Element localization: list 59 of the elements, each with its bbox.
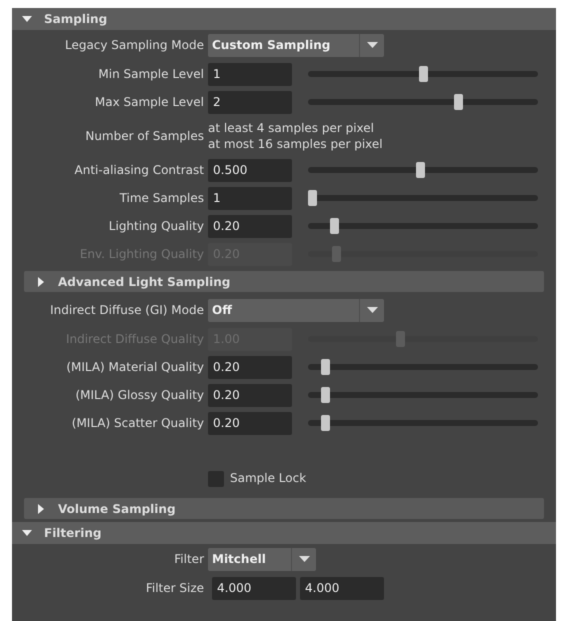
caret-icon[interactable]: [366, 42, 378, 48]
field-label: Max Sample Level: [94, 94, 205, 111]
dropdown[interactable]: Custom Sampling: [208, 34, 384, 56]
slider[interactable]: [308, 359, 538, 375]
section-header[interactable]: Sampling: [12, 8, 556, 30]
slider[interactable]: [308, 66, 538, 82]
expand-arrow-icon[interactable]: [36, 504, 46, 514]
field-label: (MILA) Material Quality: [65, 359, 205, 376]
expand-arrow-icon[interactable]: [36, 276, 46, 286]
number-field[interactable]: 4.000: [300, 576, 384, 600]
slider[interactable]: [308, 415, 538, 431]
slider[interactable]: [308, 162, 538, 178]
number-field[interactable]: 1: [208, 186, 292, 210]
dropdown[interactable]: Off: [208, 298, 384, 322]
slider[interactable]: [308, 387, 538, 403]
slider-thumb[interactable]: [308, 190, 317, 206]
slider[interactable]: [308, 218, 538, 234]
checkbox-label: Sample Lock: [230, 470, 306, 487]
field-label: Indirect Diffuse (GI) Mode: [49, 302, 205, 319]
number-field[interactable]: 1: [208, 62, 292, 86]
slider-thumb[interactable]: [454, 94, 463, 110]
field-label: Anti-aliasing Contrast: [74, 162, 205, 179]
collapse-arrow-icon[interactable]: [22, 14, 32, 24]
field-label: Filter: [173, 551, 205, 568]
number-field[interactable]: 4.000: [212, 576, 296, 600]
slider[interactable]: [308, 331, 538, 347]
field-label: (MILA) Glossy Quality: [74, 387, 205, 404]
field-label: (MILA) Scatter Quality: [70, 415, 205, 432]
slider[interactable]: [308, 94, 538, 110]
caret-icon[interactable]: [298, 556, 310, 562]
slider-thumb[interactable]: [321, 359, 330, 375]
caret-icon[interactable]: [366, 307, 378, 313]
field-label: Filter Size: [144, 580, 205, 597]
number-field[interactable]: 2: [208, 90, 292, 114]
slider[interactable]: [308, 246, 538, 262]
info-text: at least 4 samples per pixel: [208, 120, 376, 136]
slider-thumb[interactable]: [330, 218, 340, 234]
slider[interactable]: [308, 190, 538, 206]
dropdown[interactable]: Mitchell: [208, 548, 316, 570]
number-field[interactable]: 0.20: [208, 384, 292, 406]
slider-thumb[interactable]: [321, 415, 330, 431]
subsection-header[interactable]: Advanced Light Sampling: [24, 271, 544, 292]
field-label: Min Sample Level: [97, 66, 205, 83]
slider-thumb[interactable]: [418, 66, 428, 82]
number-field[interactable]: 0.20: [208, 356, 292, 378]
field-label: Lighting Quality: [108, 218, 205, 235]
number-field[interactable]: 0.20: [208, 214, 292, 238]
section-header[interactable]: Filtering: [12, 522, 556, 544]
info-text: at most 16 samples per pixel: [208, 136, 383, 152]
checkbox[interactable]: [208, 471, 224, 487]
number-field[interactable]: 0.500: [208, 158, 292, 182]
subsection-header[interactable]: Volume Sampling: [24, 498, 544, 519]
number-field[interactable]: 0.20: [208, 412, 292, 434]
collapse-arrow-icon[interactable]: [22, 528, 32, 538]
slider-thumb[interactable]: [321, 387, 330, 403]
field-label: Number of Samples: [84, 128, 205, 145]
slider-thumb[interactable]: [416, 162, 426, 178]
field-label: Time Samples: [118, 190, 205, 207]
field-label: Legacy Sampling Mode: [64, 37, 205, 54]
